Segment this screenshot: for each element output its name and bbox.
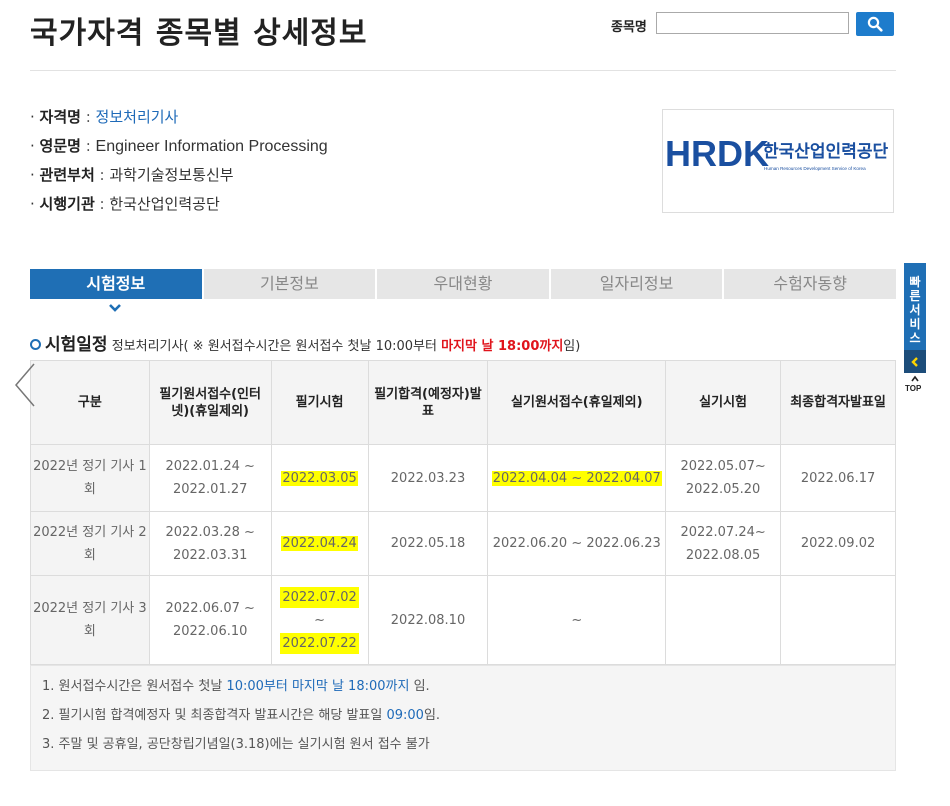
note-item: 2. 필기시험 합격예정자 및 최종합격자 발표시간은 해당 발표일 09:00… [42,708,441,723]
cell: 2022.03.05 [270,444,369,512]
range-separator: ~ [314,612,326,628]
info-tabs: 시험정보 기본정보 우대현황 일자리정보 수험자동향 [30,269,896,299]
logo-brand: HRDK [665,133,769,174]
chevron-down-icon [109,304,121,312]
info-value: 한국산업인력공단 [109,195,220,213]
table-row: 2022년 정기 기사 2회 2022.03.28 ~ 2022.03.31 2… [30,511,896,576]
cell: ~ [487,575,667,665]
column-header: 구분 [30,360,150,445]
search-label: 종목명 [611,20,647,35]
cell [665,575,782,665]
info-label: 시행기관 [39,195,95,213]
cell: 2022.04.24 [270,511,369,576]
info-label: 영문명 [39,137,81,155]
quick-service-toggle[interactable] [904,350,926,373]
highlighted-date: 2022.03.05 [281,470,358,486]
hrdk-logo: HRDK 한국산업인력공단 Human Resources Developmen… [662,109,894,213]
schedule-subtitle: 정보처리기사( ※ 원서접수시간은 원서접수 첫날 10:00부터 [111,339,442,354]
highlighted-date: 2022.04.04 ~ 2022.04.07 [491,470,662,486]
scroll-top-button[interactable]: TOP [904,374,926,396]
tab-exam-info[interactable]: 시험정보 [30,269,202,299]
tab-basic-info[interactable]: 기본정보 [201,269,376,299]
info-value-link[interactable]: 정보처리기사 [96,108,179,126]
note-item: 1. 원서접수시간은 원서접수 첫날 10:00부터 마지막 날 18:00까지… [42,679,430,694]
column-header: 실기원서접수(휴일제외) [487,360,667,445]
header-divider [30,70,896,71]
search-icon [867,16,883,32]
qualification-info: · 자격명 : 정보처리기사 · 영문명 : Engineer Informat… [30,103,328,219]
chevron-up-icon [911,375,919,382]
cell: 2022.06.17 [780,444,896,512]
chevron-left-icon[interactable] [10,361,40,409]
row-label: 2022년 정기 기사 1회 [30,444,150,512]
info-row-name: · 자격명 : 정보처리기사 [30,108,179,126]
cell: 2022.01.24 ~ 2022.01.27 [148,444,272,512]
column-header: 최종합격자발표일 [780,360,896,445]
scroll-top-label: TOP [905,384,922,393]
info-row-ministry: · 관련부처 : 과학기술정보통신부 [30,166,234,184]
schedule-subtitle-end: 임) [563,339,581,354]
column-header: 실기시험 [665,360,782,445]
tab-benefits[interactable]: 우대현황 [375,269,549,299]
column-header: 필기원서접수(인터넷)(휴일제외) [148,360,272,445]
info-label: 관련부처 [39,166,95,184]
column-header: 필기시험 [270,360,369,445]
circle-bullet-icon [30,339,41,350]
chevron-left-icon [911,356,918,367]
highlighted-date: 2022.04.24 [281,536,358,551]
info-value: 과학기술정보통신부 [109,166,234,184]
cell: 2022.06.20 ~ 2022.06.23 [487,511,667,576]
hrdk-logo-image: HRDK 한국산업인력공단 Human Resources Developmen… [665,133,888,174]
cell: 2022.05.07~ 2022.05.20 [665,444,782,512]
note-item: 3. 주말 및 공휴일, 공단창립기념일(3.18)에는 실기시험 원서 접수 … [42,737,430,752]
info-value: Engineer Information Processing [95,138,328,155]
logo-name-ko: 한국산업인력공단 [763,142,888,162]
cell: 2022.04.04 ~ 2022.04.07 [487,444,667,512]
page-title: 국가자격 종목별 상세정보 [30,16,368,51]
table-header-row: 구분 필기원서접수(인터넷)(휴일제외) 필기시험 필기합격(예정자)발표 실기… [30,360,896,445]
cell: 2022.08.10 [367,575,489,665]
highlighted-date: 2022.07.22 [280,632,359,654]
tab-candidate-trends[interactable]: 수험자동향 [722,269,896,299]
row-label: 2022년 정기 기사 2회 [30,511,150,576]
info-row-english: · 영문명 : Engineer Information Processing [30,137,328,155]
schedule-notes: 1. 원서접수시간은 원서접수 첫날 10:00부터 마지막 날 18:00까지… [30,665,896,771]
cell: 2022.07.24~ 2022.08.05 [665,511,782,576]
cell: 2022.06.07 ~ 2022.06.10 [148,575,272,665]
highlighted-date: 2022.07.02 [280,586,359,608]
info-row-agency: · 시행기관 : 한국산업인력공단 [30,195,220,213]
table-row: 2022년 정기 기사 3회 2022.06.07 ~ 2022.06.10 2… [30,575,896,665]
search-button[interactable] [856,12,894,36]
row-label: 2022년 정기 기사 3회 [30,575,150,665]
cell [780,575,896,665]
column-header: 필기합격(예정자)발표 [367,360,489,445]
cell: 2022.07.02 ~ 2022.07.22 [270,575,369,665]
cell: 2022.05.18 [367,511,489,576]
cell: 2022.03.28 ~ 2022.03.31 [148,511,272,576]
cell: 2022.09.02 [780,511,896,576]
logo-name-en: Human Resources Development Service of K… [764,166,866,171]
search-input[interactable] [656,12,849,34]
table-row: 2022년 정기 기사 1회 2022.01.24 ~ 2022.01.27 2… [30,444,896,512]
schedule-title: 시험일정 [45,335,108,355]
info-label: 자격명 [39,108,81,126]
schedule-subtitle-red: 마지막 날 18:00까지 [441,339,564,354]
schedule-heading: 시험일정 정보처리기사( ※ 원서접수시간은 원서접수 첫날 10:00부터 마… [30,330,580,355]
tab-jobs[interactable]: 일자리정보 [548,269,723,299]
cell: 2022.03.23 [367,444,489,512]
schedule-table: 구분 필기원서접수(인터넷)(휴일제외) 필기시험 필기합격(예정자)발표 실기… [30,360,896,665]
quick-service-label: 빠른서비스 [909,275,921,345]
